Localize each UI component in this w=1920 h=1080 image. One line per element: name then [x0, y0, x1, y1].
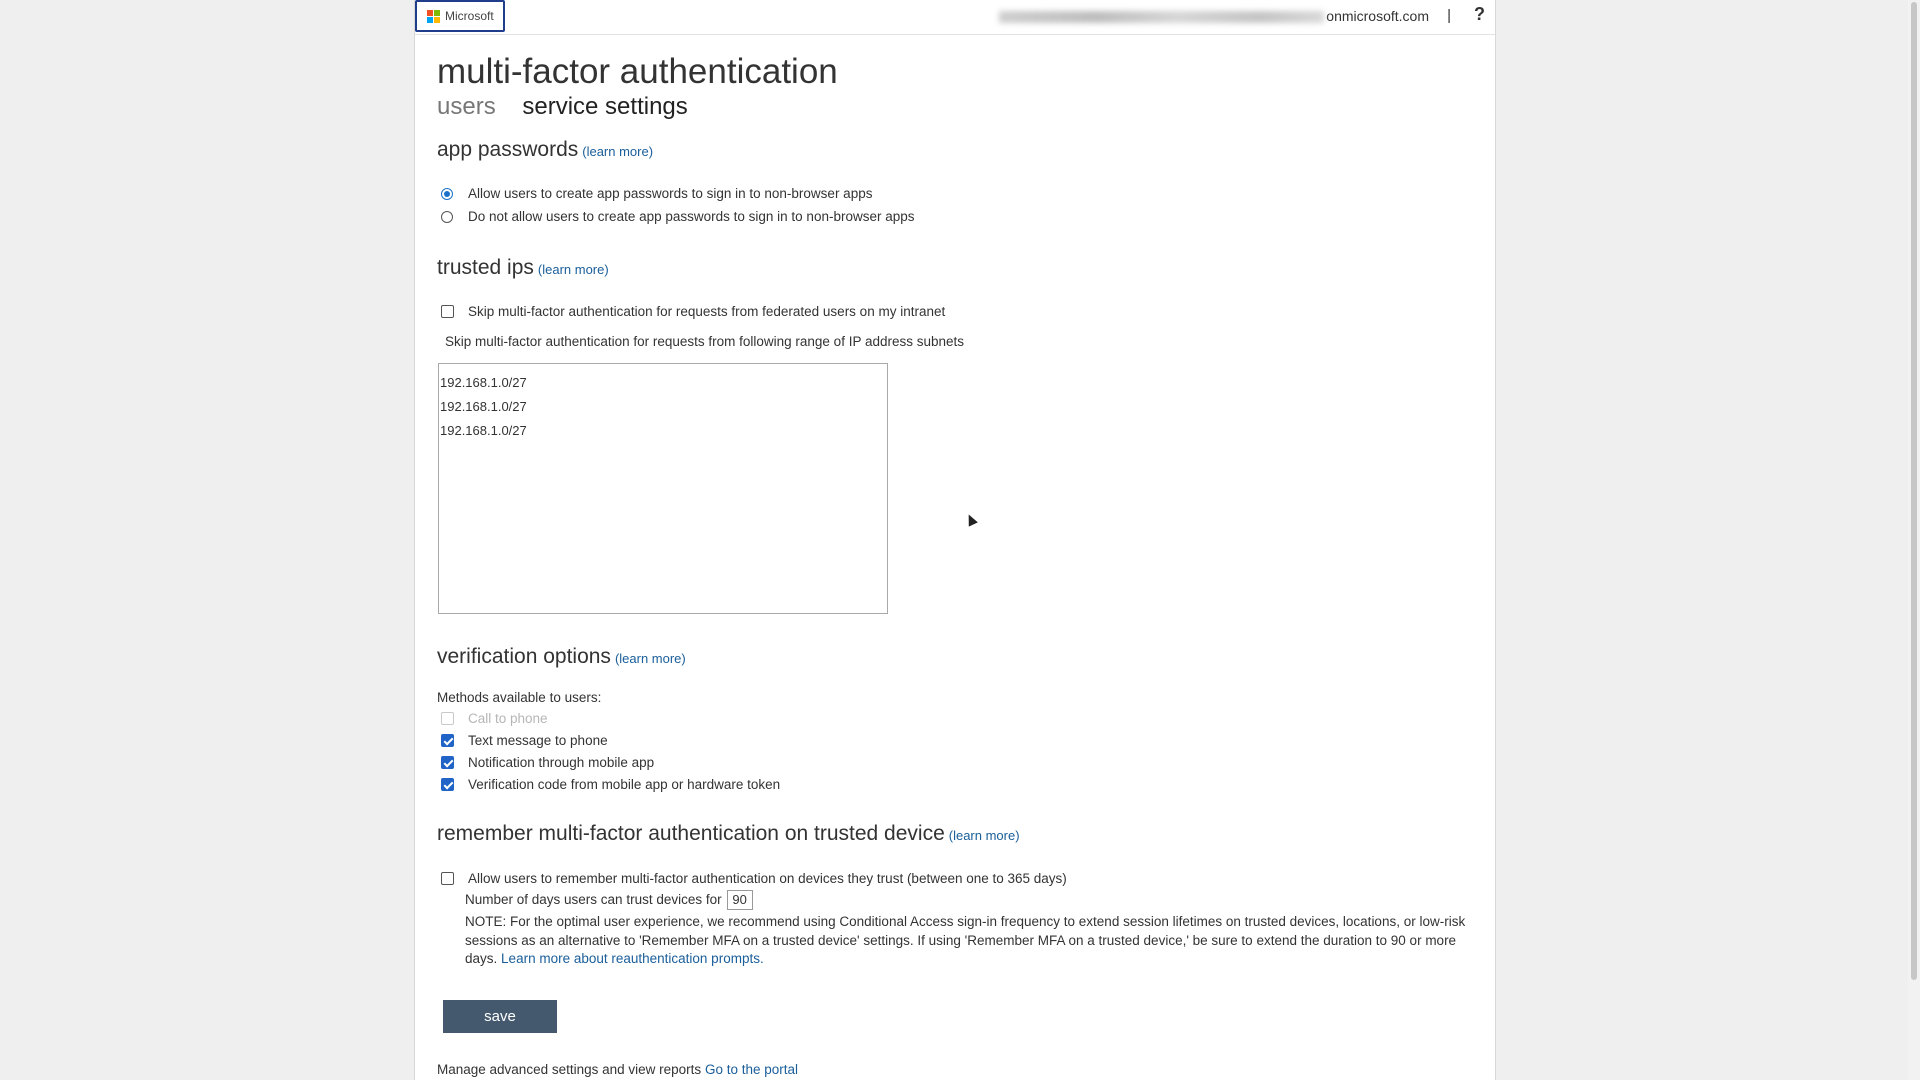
tab-service-settings[interactable]: service settings [522, 93, 687, 120]
trust-days-input[interactable]: 90 [726, 890, 753, 910]
remember-mfa-option[interactable]: Allow users to remember multi-factor aut… [441, 871, 1067, 886]
account-name[interactable]: onmicrosoft.com [999, 8, 1429, 24]
tab-bar: users service settings [437, 93, 688, 121]
microsoft-logo-button[interactable]: Microsoft [415, 0, 505, 32]
subnets-label: Skip multi-factor authentication for req… [445, 334, 965, 349]
help-icon[interactable]: ? [1474, 4, 1485, 25]
trusted-ips-title: trusted ips [437, 256, 534, 279]
remember-mfa-checkbox[interactable] [441, 872, 454, 885]
skip-federated-option[interactable]: Skip multi-factor authentication for req… [441, 304, 945, 319]
app-passwords-allow-label: Allow users to create app passwords to s… [468, 186, 873, 201]
methods-label: Methods available to users: [437, 690, 602, 705]
app-passwords-deny-option[interactable]: Do not allow users to create app passwor… [441, 209, 915, 224]
page-title: multi-factor authentication [437, 52, 838, 91]
mobile-notification-label: Notification through mobile app [468, 755, 655, 770]
scrollbar-thumb[interactable] [1911, 2, 1917, 980]
call-to-phone-label: Call to phone [468, 711, 548, 726]
app-passwords-title: app passwords [437, 138, 579, 161]
reauthentication-prompts-link[interactable]: Learn more about reauthentication prompt… [501, 951, 764, 966]
method-text-message[interactable]: Text message to phone [441, 733, 608, 748]
header-separator: | [1447, 7, 1451, 24]
footer-text: Manage advanced settings and view report… [437, 1062, 702, 1077]
verification-code-checkbox[interactable] [441, 778, 454, 791]
trust-days-row: Number of days users can trust devices f… [465, 890, 753, 910]
app-passwords-allow-option[interactable]: Allow users to create app passwords to s… [441, 186, 872, 201]
remember-mfa-label: Allow users to remember multi-factor aut… [468, 871, 1067, 886]
call-to-phone-checkbox [441, 712, 454, 725]
app-passwords-allow-radio[interactable] [441, 187, 453, 200]
text-message-checkbox[interactable] [441, 734, 454, 747]
app-passwords-deny-label: Do not allow users to create app passwor… [468, 209, 915, 224]
subnet-line: 192.168.1.0/27 [440, 423, 527, 438]
method-verification-code[interactable]: Verification code from mobile app or har… [441, 777, 780, 792]
mobile-notification-checkbox[interactable] [441, 756, 454, 769]
verification-learn-more-link[interactable]: (learn more) [615, 651, 686, 666]
trusted-ips-heading: trusted ips (learn more) [437, 256, 609, 280]
microsoft-logo-icon [427, 10, 440, 23]
footer: Manage advanced settings and view report… [437, 1062, 798, 1077]
ip-subnets-textarea[interactable]: 192.168.1.0/27 192.168.1.0/27 192.168.1.… [438, 363, 888, 614]
tab-users[interactable]: users [437, 93, 496, 120]
text-message-label: Text message to phone [468, 733, 608, 748]
app-passwords-deny-radio[interactable] [441, 210, 453, 223]
remember-mfa-learn-more-link[interactable]: (learn more) [949, 828, 1020, 843]
redacted-account-prefix [999, 11, 1325, 24]
skip-federated-label: Skip multi-factor authentication for req… [468, 304, 946, 319]
account-domain: onmicrosoft.com [1326, 8, 1429, 24]
subnet-line: 192.168.1.0/27 [440, 375, 527, 390]
go-to-portal-link[interactable]: Go to the portal [705, 1062, 798, 1077]
app-passwords-heading: app passwords (learn more) [437, 138, 653, 162]
remember-mfa-title: remember multi-factor authentication on … [437, 822, 945, 845]
verification-options-heading: verification options (learn more) [437, 645, 686, 669]
verification-code-label: Verification code from mobile app or har… [468, 777, 781, 792]
remember-mfa-note: NOTE: For the optimal user experience, w… [465, 913, 1475, 969]
app-passwords-learn-more-link[interactable]: (learn more) [582, 144, 653, 159]
scrollbar[interactable] [1908, 0, 1920, 1080]
skip-federated-checkbox[interactable] [441, 305, 454, 318]
top-bar: Microsoft onmicrosoft.com | ? [415, 0, 1495, 35]
method-mobile-notification[interactable]: Notification through mobile app [441, 755, 654, 770]
page-container: Microsoft onmicrosoft.com | ? multi-fact… [414, 0, 1496, 1080]
remember-mfa-heading: remember multi-factor authentication on … [437, 822, 1020, 846]
logo-text: Microsoft [445, 9, 494, 23]
trust-days-label: Number of days users can trust devices f… [465, 892, 722, 907]
method-call-to-phone: Call to phone [441, 711, 548, 726]
save-button[interactable]: save [443, 1000, 557, 1033]
trusted-ips-learn-more-link[interactable]: (learn more) [538, 262, 609, 277]
verification-options-title: verification options [437, 645, 611, 668]
subnet-line: 192.168.1.0/27 [440, 399, 527, 414]
